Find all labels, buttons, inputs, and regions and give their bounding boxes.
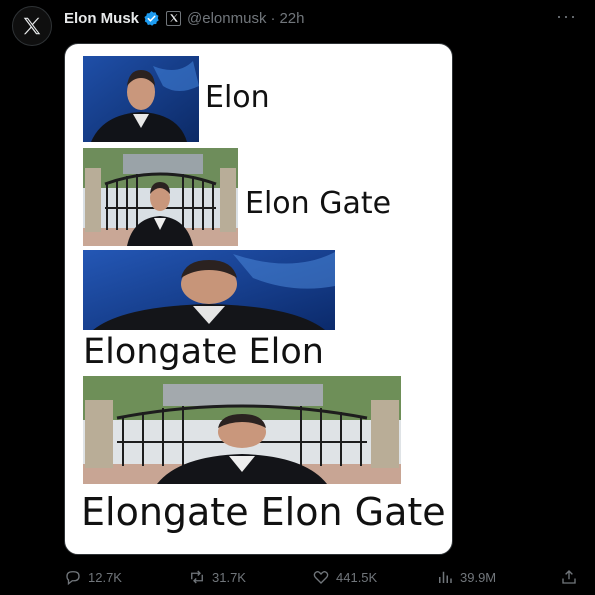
tweet-header: Elon Musk @elonmusk · 22h <box>64 8 304 28</box>
author-handle[interactable]: @elonmusk <box>187 10 266 27</box>
panel-3-caption: Elongate Elon <box>83 332 324 372</box>
panel-1-caption: Elon <box>205 80 270 115</box>
views-button[interactable]: 39.9M <box>436 568 496 586</box>
elon-portrait-photo <box>83 56 199 142</box>
repost-icon <box>191 570 203 584</box>
x-affiliation-icon[interactable] <box>166 10 182 26</box>
tweet-action-bar: 12.7K 31.7K 441.5K 39.9M <box>64 568 584 588</box>
like-button[interactable]: 441.5K <box>312 568 377 586</box>
views-count: 39.9M <box>460 569 497 585</box>
author-avatar[interactable] <box>12 6 52 46</box>
share-icon <box>562 570 576 584</box>
elon-stretched-portrait-photo <box>83 250 335 330</box>
like-count: 441.5K <box>336 569 378 585</box>
like-icon <box>313 571 329 584</box>
views-icon <box>439 571 452 583</box>
x-logo-icon <box>23 17 41 35</box>
elon-at-stretched-gate-photo <box>83 376 401 484</box>
repost-button[interactable]: 31.7K <box>188 568 246 586</box>
author-name[interactable]: Elon Musk <box>64 10 139 27</box>
elon-at-gate-photo <box>83 148 238 246</box>
tweet-media[interactable]: Elon Elon Gate Elongate Elon Elongate El… <box>64 43 453 555</box>
reply-icon <box>66 571 80 586</box>
header-separator: · <box>270 9 276 27</box>
reply-button[interactable]: 12.7K <box>64 568 122 586</box>
reply-count: 12.7K <box>88 569 122 585</box>
panel-4-caption: Elongate Elon Gate <box>81 490 446 534</box>
tweet-timestamp[interactable]: 22h <box>279 10 304 27</box>
share-button[interactable] <box>560 568 578 586</box>
panel-2-caption: Elon Gate <box>245 186 392 221</box>
repost-count: 31.7K <box>212 569 246 585</box>
tweet: Elon Musk @elonmusk · 22h ··· Elon Elon … <box>0 0 595 595</box>
more-options-icon[interactable]: ··· <box>556 7 577 25</box>
verified-badge-icon[interactable] <box>143 10 160 27</box>
